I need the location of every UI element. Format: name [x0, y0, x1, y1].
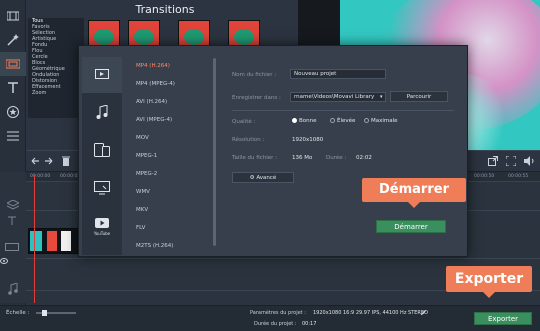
transitions-title: Transitions [135, 3, 195, 16]
tab-youtube[interactable]: YouTube [82, 209, 122, 245]
export-category-tabs: YouTube [82, 57, 122, 255]
edit-pencil-icon[interactable] [420, 309, 427, 318]
ruler-label: 00:00:55 [508, 174, 529, 179]
format-item[interactable]: MP4 (MPEG-4) [136, 81, 175, 87]
youtube-icon [95, 218, 109, 230]
browse-button[interactable]: Parcourir [390, 91, 448, 102]
list-icon[interactable] [0, 124, 26, 148]
project-duration-value: 00:17 [302, 321, 317, 327]
magic-wand-icon[interactable] [0, 28, 26, 52]
video-clip[interactable] [28, 228, 78, 254]
format-item[interactable]: MPEG-1 [136, 153, 157, 159]
resolution-value: 1920x1080 [292, 137, 324, 143]
duration-value: 02:02 [356, 155, 372, 161]
ruler-label: 00:00:50 [474, 174, 495, 179]
quality-option-good[interactable]: Bonne [292, 118, 317, 124]
filesize-value: 136 Mo [292, 155, 313, 161]
format-item[interactable]: WMV [136, 189, 150, 195]
project-params-label: Paramètres du projet : [250, 310, 306, 316]
star-icon[interactable] [0, 100, 26, 124]
filename-input[interactable]: Nouveau projet [290, 69, 386, 79]
tab-video[interactable] [82, 57, 122, 93]
quality-option-label: Bonne [299, 118, 317, 124]
filesize-label: Taille du fichier : [232, 155, 278, 161]
project-params-value: 1920x1080 16:9 29.97 IPS, 44100 Hz STERE… [313, 310, 428, 316]
tab-audio[interactable] [82, 95, 122, 131]
quality-option-max[interactable]: Maximale [364, 118, 398, 124]
film-icon[interactable] [0, 4, 26, 28]
resolution-label: Résolution : [232, 137, 265, 143]
fullscreen-icon[interactable] [505, 155, 517, 168]
format-item[interactable]: AVI (MPEG-4) [136, 117, 172, 123]
dropdown-arrow-icon: ▾ [380, 94, 383, 100]
advanced-label: Avancé [256, 175, 277, 181]
video-icon [95, 69, 109, 81]
tab-devices[interactable] [82, 133, 122, 169]
radio-icon [292, 118, 297, 123]
tv-icon [94, 181, 110, 197]
youtube-label: YouTube [93, 231, 111, 236]
redo-icon[interactable] [44, 156, 54, 168]
format-item[interactable]: MKV [136, 207, 148, 213]
gear-icon: ⚙ [249, 175, 255, 181]
quality-option-label: Maximale [371, 118, 398, 124]
save-to-label: Enregistrer dans : [232, 95, 281, 101]
duration-label: Durée : [326, 155, 347, 161]
popout-icon[interactable] [488, 156, 498, 168]
trash-icon[interactable] [62, 156, 70, 168]
music-track-icon[interactable] [8, 282, 18, 297]
text-track-icon[interactable] [7, 216, 17, 228]
export-callout: Exporter [446, 266, 532, 298]
quality-option-high[interactable]: Élevée [330, 118, 355, 124]
video-track-icon[interactable] [5, 242, 19, 254]
settings-divider [232, 110, 454, 111]
format-list-scrollbar[interactable] [213, 58, 216, 246]
start-button[interactable]: Démarrer [376, 220, 446, 233]
export-button[interactable]: Exporter [474, 312, 532, 325]
category-item[interactable]: Zoom [28, 90, 84, 96]
transitions-icon[interactable] [0, 52, 26, 76]
format-item[interactable]: MP4 (H.264) [136, 63, 170, 69]
format-item[interactable]: M2TS (H.264) [136, 243, 173, 249]
layers-icon[interactable] [5, 199, 21, 212]
save-path-value: rname\Videos\Movavi Library [294, 94, 375, 100]
filename-label: Nom du fichier : [232, 72, 277, 78]
format-item[interactable]: MPEG-2 [136, 171, 157, 177]
advanced-button[interactable]: ⚙ Avancé [232, 172, 294, 183]
tab-tv[interactable] [82, 171, 122, 207]
scale-slider[interactable] [36, 310, 76, 316]
playhead[interactable] [34, 175, 35, 303]
devices-icon [94, 143, 110, 159]
project-duration-label: Durée du projet : [254, 321, 297, 327]
start-callout: Démarrer [362, 178, 466, 208]
track-divider [26, 258, 540, 259]
volume-icon[interactable] [524, 156, 534, 168]
format-item[interactable]: MOV [136, 135, 149, 141]
text-icon[interactable] [0, 76, 26, 100]
quality-option-label: Élevée [337, 118, 356, 124]
status-bar: Échelle : Paramètres du projet : 1920x10… [0, 305, 540, 331]
save-path-select[interactable]: rname\Videos\Movavi Library [290, 92, 386, 102]
format-list: MP4 (H.264) MP4 (MPEG-4) AVI (H.264) AVI… [130, 57, 210, 253]
format-item[interactable]: AVI (H.264) [136, 99, 167, 105]
eye-icon[interactable] [0, 258, 8, 266]
transition-category-list: Tous Favoris Sélection Artistique Fondu … [28, 18, 84, 118]
music-icon [96, 104, 108, 121]
scale-label: Échelle : [6, 310, 30, 316]
format-item[interactable]: FLV [136, 225, 145, 231]
undo-icon[interactable] [30, 156, 40, 168]
radio-icon [330, 118, 335, 123]
radio-icon [364, 118, 369, 123]
quality-label: Qualité : [232, 119, 256, 125]
